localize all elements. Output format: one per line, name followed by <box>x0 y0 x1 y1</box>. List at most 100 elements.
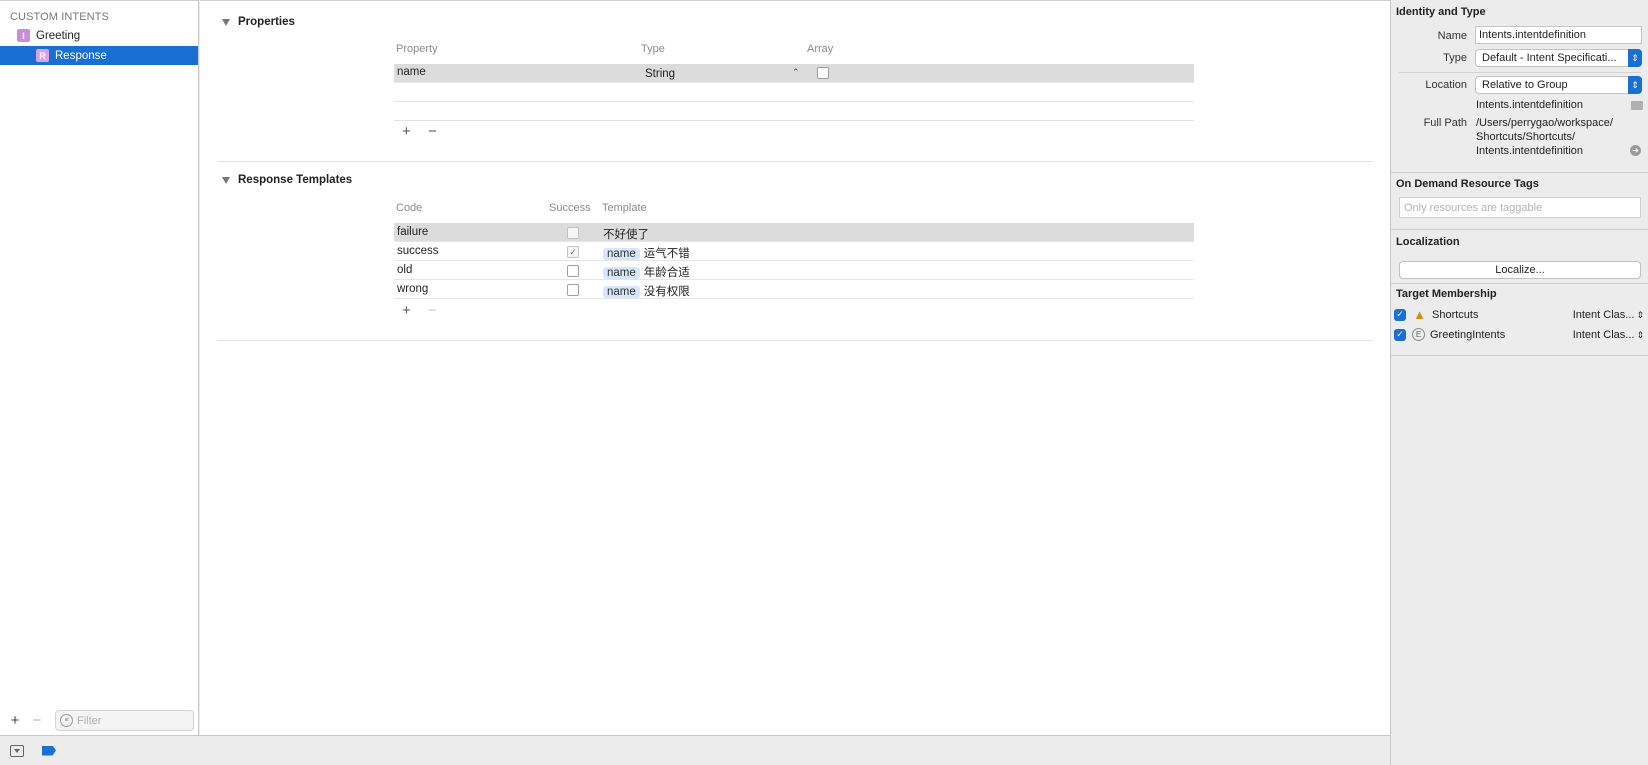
type-popup-value: Default - Intent Specificati... <box>1482 52 1617 64</box>
template-text: 运气不错 <box>643 248 690 260</box>
template-cell[interactable]: 不好使了 <box>603 226 649 242</box>
identity-and-type-header: Identity and Type <box>1396 6 1486 18</box>
response-code-cell[interactable]: success <box>397 245 439 257</box>
chevron-updown-icon: ⇕ <box>1636 309 1644 320</box>
resource-tags-field[interactable] <box>1399 197 1641 218</box>
filter-input[interactable] <box>77 714 177 727</box>
hide-debug-area-icon[interactable] <box>10 744 24 757</box>
target-class-popup[interactable]: Intent Clas... ⇕ <box>1573 309 1644 321</box>
disclosure-triangle-icon[interactable] <box>222 176 230 184</box>
response-templates-title: Response Templates <box>238 174 353 186</box>
response-code-cell[interactable]: wrong <box>397 283 428 295</box>
target-checkbox[interactable]: ✓ <box>1394 308 1406 321</box>
full-path-label: Full Path <box>1423 117 1467 129</box>
table-row[interactable]: old name 年龄合适 <box>394 261 1194 280</box>
intent-editor: Properties Property Type Array name Stri… <box>200 0 1390 735</box>
remove-property-button[interactable]: − <box>428 123 437 140</box>
section-divider <box>218 340 1373 341</box>
table-row[interactable]: success ✓ name 运气不错 <box>394 242 1194 261</box>
success-checkbox[interactable] <box>567 284 579 296</box>
template-text: 没有权限 <box>643 286 690 298</box>
table-row[interactable]: failure 不好使了 <box>394 223 1194 242</box>
target-class-popup[interactable]: Intent Clas... ⇕ <box>1573 329 1644 341</box>
section-divider <box>218 161 1373 162</box>
column-header-success: Success <box>549 202 591 214</box>
nav-item-label: Response <box>55 49 107 62</box>
section-divider <box>1391 172 1648 173</box>
divider <box>394 120 1194 121</box>
target-class-value: Intent Clas... <box>1572 328 1635 341</box>
type-label: Type <box>1443 52 1467 64</box>
target-class-value: Intent Clas... <box>1572 308 1635 321</box>
divider <box>394 101 1194 102</box>
location-popup-value: Relative to Group <box>1482 79 1568 91</box>
target-row-greetingintents[interactable]: ✓ E GreetingIntents Intent Clas... ⇕ <box>1394 325 1646 344</box>
folder-icon[interactable] <box>1631 101 1643 110</box>
target-name: Shortcuts <box>1432 308 1479 321</box>
column-header-template: Template <box>602 202 647 214</box>
reveal-in-finder-icon[interactable]: ➔ <box>1630 145 1641 156</box>
target-checkbox[interactable]: ✓ <box>1394 328 1406 341</box>
response-templates-section-header[interactable]: Response Templates <box>222 174 352 186</box>
template-cell[interactable]: name 运气不错 <box>603 245 690 261</box>
success-checkbox[interactable] <box>567 227 579 239</box>
full-path-line: Shortcuts/Shortcuts/ <box>1476 131 1576 143</box>
response-code-cell[interactable]: failure <box>397 226 428 238</box>
remove-intent-button[interactable]: − <box>27 710 47 730</box>
response-code-cell[interactable]: old <box>397 264 412 276</box>
properties-section-header[interactable]: Properties <box>222 16 295 28</box>
column-header-code: Code <box>396 202 423 214</box>
response-badge-icon: R <box>36 49 49 62</box>
parameter-token[interactable]: name <box>603 286 640 298</box>
nav-item-label: Greeting <box>36 29 81 42</box>
chevron-updown-icon: ⇕ <box>1628 49 1642 67</box>
nav-item-response[interactable]: R Response <box>0 46 198 65</box>
intent-navigator: CUSTOM INTENTS I Greeting R Response + −… <box>0 0 199 735</box>
location-label: Location <box>1425 79 1467 91</box>
breakpoint-tag-icon[interactable] <box>42 745 56 756</box>
table-row[interactable]: wrong name 没有权限 <box>394 280 1194 299</box>
property-type-popup[interactable]: String <box>645 68 675 80</box>
success-checkbox[interactable]: ✓ <box>567 246 579 258</box>
section-divider <box>1391 229 1648 230</box>
chevron-updown-icon: ⇕ <box>1628 76 1642 94</box>
location-popup[interactable]: Relative to Group ⇕ <box>1475 76 1642 94</box>
remove-response-button[interactable]: − <box>428 302 437 319</box>
template-cell[interactable]: name 没有权限 <box>603 283 690 299</box>
column-header-type: Type <box>641 43 665 55</box>
section-title-custom-intents: CUSTOM INTENTS <box>10 11 109 23</box>
location-file-name: Intents.intentdefinition <box>1476 99 1584 111</box>
properties-title: Properties <box>238 16 295 28</box>
section-divider <box>1391 283 1648 284</box>
column-header-array: Array <box>807 43 834 55</box>
app-icon: ▲ <box>1413 307 1426 322</box>
full-path-value: /Users/perrygao/workspace/ Shortcuts/Sho… <box>1476 116 1613 158</box>
parameter-token[interactable]: name <box>603 248 640 260</box>
disclosure-triangle-icon[interactable] <box>222 18 230 26</box>
full-path-line: /Users/perrygao/workspace/ <box>1476 117 1613 129</box>
updown-chevron-icon[interactable]: ⌃ <box>792 67 800 78</box>
property-name-cell[interactable]: name <box>397 66 426 78</box>
name-field[interactable]: Intents.intentdefinition <box>1475 26 1642 44</box>
parameter-token[interactable]: name <box>603 267 640 279</box>
localize-button[interactable]: Localize... <box>1399 261 1641 279</box>
add-intent-button[interactable]: + <box>5 710 25 730</box>
table-row[interactable]: name String ⌃ <box>394 64 1194 83</box>
section-divider <box>1391 355 1648 356</box>
add-property-button[interactable]: + <box>402 123 411 140</box>
nav-item-greeting[interactable]: I Greeting <box>0 26 198 45</box>
resource-tags-input[interactable] <box>1404 201 1634 214</box>
type-popup[interactable]: Default - Intent Specificati... ⇕ <box>1475 49 1642 67</box>
filter-icon: ≡ <box>60 714 73 727</box>
add-response-button[interactable]: + <box>402 302 411 319</box>
intent-badge-icon: I <box>17 29 30 42</box>
chevron-updown-icon: ⇕ <box>1636 329 1644 340</box>
array-checkbox[interactable] <box>817 67 829 79</box>
success-checkbox[interactable] <box>567 265 579 277</box>
filter-field[interactable]: ≡ <box>55 710 194 731</box>
localization-header: Localization <box>1396 236 1460 248</box>
target-membership-header: Target Membership <box>1396 288 1497 300</box>
template-cell[interactable]: name 年龄合适 <box>603 264 690 280</box>
editor-bottom-bar <box>0 735 1390 765</box>
target-row-shortcuts[interactable]: ✓ ▲ Shortcuts Intent Clas... ⇕ <box>1394 305 1646 324</box>
